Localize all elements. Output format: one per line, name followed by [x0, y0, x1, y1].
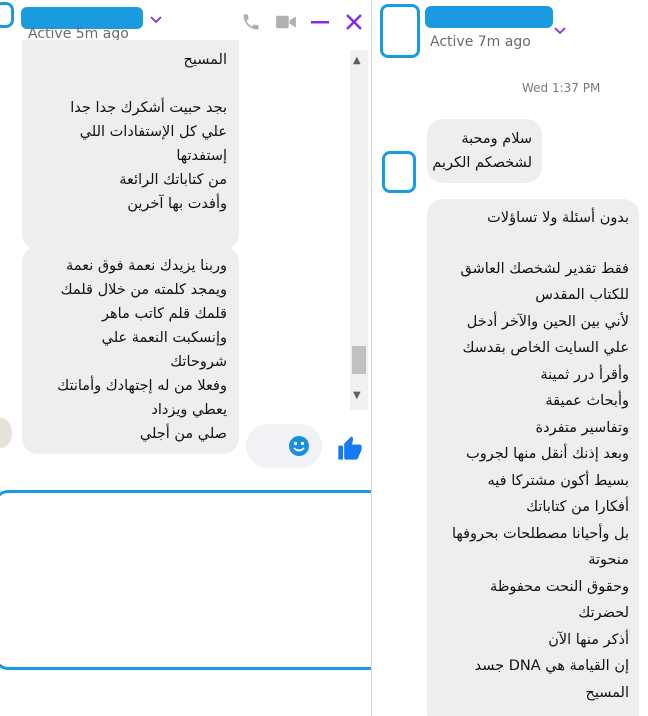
- message-line: إستفدتها: [176, 148, 227, 164]
- message-line: إن القيامة هي DNA جسد: [474, 658, 629, 674]
- message-line: قلمك قلم كاتب ماهر: [102, 306, 227, 322]
- message-line: وتفاسير متفردة: [535, 419, 629, 436]
- contact-name-redaction[interactable]: [22, 8, 142, 28]
- message-bubble-bottom: وربنا يزيدك نعمة فوق نعمة ويمجد كلمته من…: [22, 246, 239, 454]
- redaction-box: [0, 490, 371, 670]
- message-bubble-greeting: سلام ومحبة لشخصكم الكريم: [427, 119, 542, 183]
- right-chat-header: Active 7m ago: [372, 0, 648, 58]
- message-line: يعطي ويزداد: [151, 402, 227, 418]
- active-status: Active 7m ago: [430, 34, 531, 50]
- message-line: وأفدت بها آخرين: [127, 196, 227, 212]
- message-line: من كتاباتك الرائعة: [119, 172, 227, 188]
- message-line: صلي من أجلي: [139, 426, 227, 442]
- message-line: وفعلا من له إجتهادك وأمانتك: [57, 378, 227, 394]
- message-line: أفكارا من كتاباتك: [526, 499, 629, 515]
- left-chat-window: Active 5m ago المسيح بجد حبيت أشكرك جدا …: [0, 0, 371, 716]
- message-line: وأبحاث عميقة: [545, 393, 629, 409]
- message-line: علي السايت الخاص بقدسك: [462, 340, 629, 356]
- message-bubble-top: المسيح بجد حبيت أشكرك جدا جدا علي كل الإ…: [22, 40, 239, 250]
- message-line: [34, 72, 227, 96]
- message-line: بل وأحيانا مصطلحات بحروفها: [452, 525, 629, 542]
- scroll-down-arrow[interactable]: ▼: [353, 390, 361, 401]
- message-input[interactable]: [246, 424, 322, 468]
- message-line: منحوتة: [588, 552, 629, 568]
- message-line: وإنسكبت النعمة علي: [101, 330, 227, 346]
- avatar-redaction: [382, 151, 416, 193]
- message-line: لحضرتك: [578, 605, 629, 621]
- message-line: وحقوق النحت محفوظة: [490, 578, 629, 595]
- phone-icon[interactable]: [240, 11, 262, 33]
- message-line: شروحاتك: [170, 354, 227, 370]
- emoji-icon[interactable]: [288, 435, 310, 461]
- message-line: وأقرأ درر ثمينة: [540, 366, 629, 383]
- scroll-thumb[interactable]: [352, 346, 366, 374]
- message-line: ويمجد كلمته من خلال قلمك: [60, 282, 227, 298]
- video-camera-icon[interactable]: [275, 11, 297, 33]
- message-line: وبعد إذنك أنقل منها لجروب: [466, 446, 629, 462]
- message-bubble-long: بدون أسئلة ولا تساؤلات فقط تقدير لشخصك ا…: [427, 199, 639, 716]
- minimize-icon[interactable]: [309, 11, 331, 33]
- avatar-redaction: [380, 4, 420, 58]
- thumbs-up-icon[interactable]: [336, 434, 364, 466]
- scrollbar[interactable]: ▲ ▼: [350, 50, 368, 410]
- message-line: لأني بين الحين والآخر أدخل: [466, 313, 629, 330]
- close-icon[interactable]: [343, 11, 365, 33]
- chevron-down-icon[interactable]: [554, 24, 566, 38]
- message-line: وربنا يزيدك نعمة فوق نعمة: [66, 258, 227, 274]
- message-line: للكتاب المقدس: [535, 287, 629, 303]
- chevron-down-icon[interactable]: [150, 13, 162, 27]
- message-timestamp: Wed 1:37 PM: [522, 81, 601, 95]
- message-line: بجد حبيت أشكرك جدا جدا: [70, 100, 227, 116]
- message-line: المسيح: [183, 52, 228, 68]
- message-line: بسيط أكون مشتركا فيه: [487, 472, 630, 489]
- message-line: فقط تقدير لشخصك العاشق: [460, 260, 630, 277]
- sender-avatar: [0, 418, 12, 448]
- message-line: بدون أسئلة ولا تساؤلات: [487, 210, 629, 226]
- scroll-up-arrow[interactable]: ▲: [353, 55, 361, 66]
- right-chat-window: Active 7m ago Wed 1:37 PM سلام ومحبة لشخ…: [371, 0, 648, 716]
- message-line: سلام ومحبة: [461, 131, 532, 147]
- message-line: [437, 232, 629, 256]
- contact-name-redaction[interactable]: [426, 7, 552, 27]
- avatar-redaction: [0, 2, 14, 28]
- message-line: لشخصكم الكريم: [432, 155, 532, 171]
- message-line: علي كل الإستفادات اللي: [79, 124, 227, 140]
- message-line: أذكر منها الآن: [548, 631, 629, 648]
- message-line: المسيح: [585, 684, 630, 701]
